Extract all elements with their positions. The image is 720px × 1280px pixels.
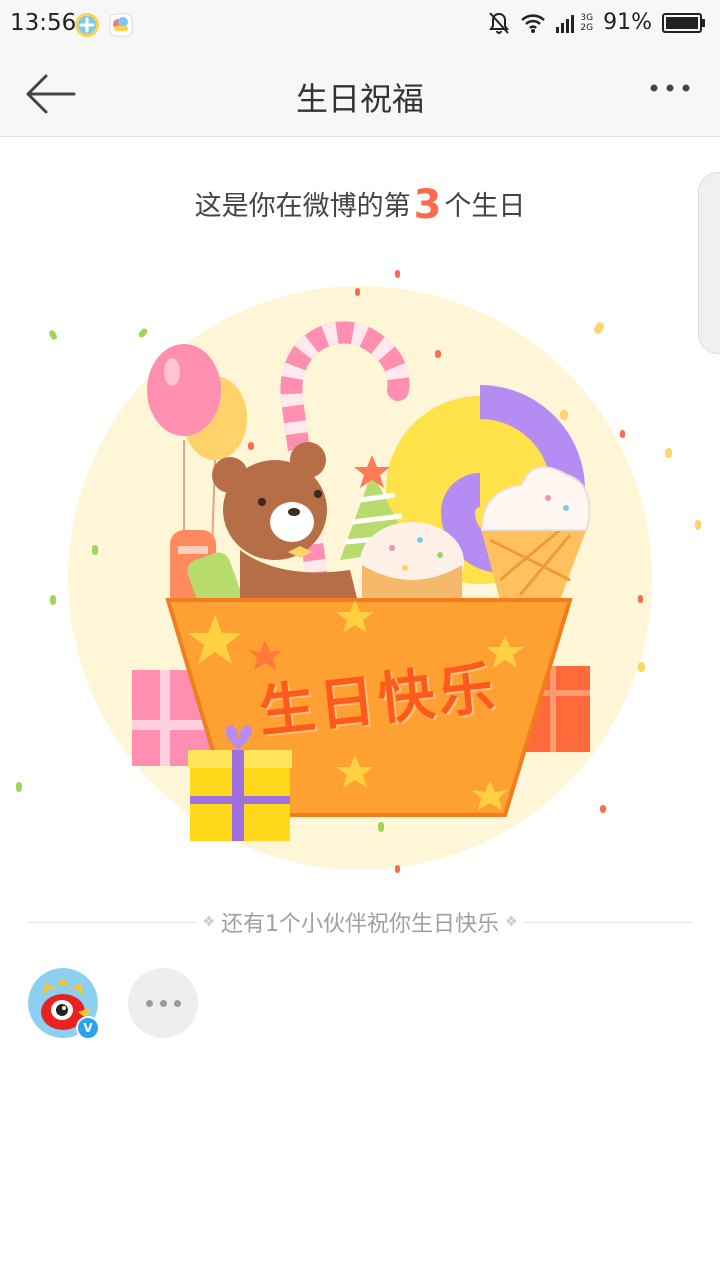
status-bar: 13:56 3G 2G 91% bbox=[0, 0, 720, 52]
network-label-1: 3G bbox=[580, 12, 594, 23]
divider-line-right bbox=[523, 921, 692, 923]
status-indicators: 3G 2G 91% bbox=[488, 10, 706, 35]
wifi-icon bbox=[521, 13, 546, 33]
divider-line-left bbox=[28, 921, 197, 923]
friends-divider: ❖ 还有1个小伙伴祝你生日快乐 ❖ bbox=[28, 902, 692, 942]
birthday-headline: 这是你在微博的第3 个生日 bbox=[0, 182, 720, 228]
more-dots-icon[interactable] bbox=[640, 74, 700, 114]
headline-suffix: 个生日 bbox=[444, 191, 526, 222]
mute-icon bbox=[489, 11, 510, 34]
battery-percent: 91% bbox=[603, 10, 652, 35]
network-label-2: 2G bbox=[580, 22, 594, 33]
friends-count-label: 还有1个小伙伴祝你生日快乐 bbox=[221, 912, 499, 937]
signal-icon: 3G 2G bbox=[556, 13, 593, 33]
battery-icon bbox=[662, 12, 705, 33]
status-time: 13:56 bbox=[10, 10, 77, 36]
nav-bar: 生日祝福 bbox=[0, 52, 720, 137]
more-friends-icon[interactable] bbox=[128, 968, 198, 1038]
headline-prefix: 这是你在微博的第 bbox=[194, 191, 411, 222]
page-title: 生日祝福 bbox=[295, 80, 424, 118]
cupcake bbox=[360, 522, 464, 605]
weibo-mascot-avatar[interactable]: V bbox=[28, 968, 100, 1040]
verified-badge-icon: V bbox=[76, 1016, 100, 1040]
friends-avatar-list: V bbox=[28, 968, 198, 1040]
weather-app-icon bbox=[109, 13, 133, 37]
diamond-icon: ❖ bbox=[505, 914, 518, 930]
plus-app-icon bbox=[75, 13, 99, 37]
banner-text: 生日快乐 bbox=[255, 654, 502, 745]
diamond-icon: ❖ bbox=[202, 914, 215, 930]
birthday-illustration bbox=[16, 270, 701, 873]
birthday-count: 3 bbox=[413, 182, 442, 228]
